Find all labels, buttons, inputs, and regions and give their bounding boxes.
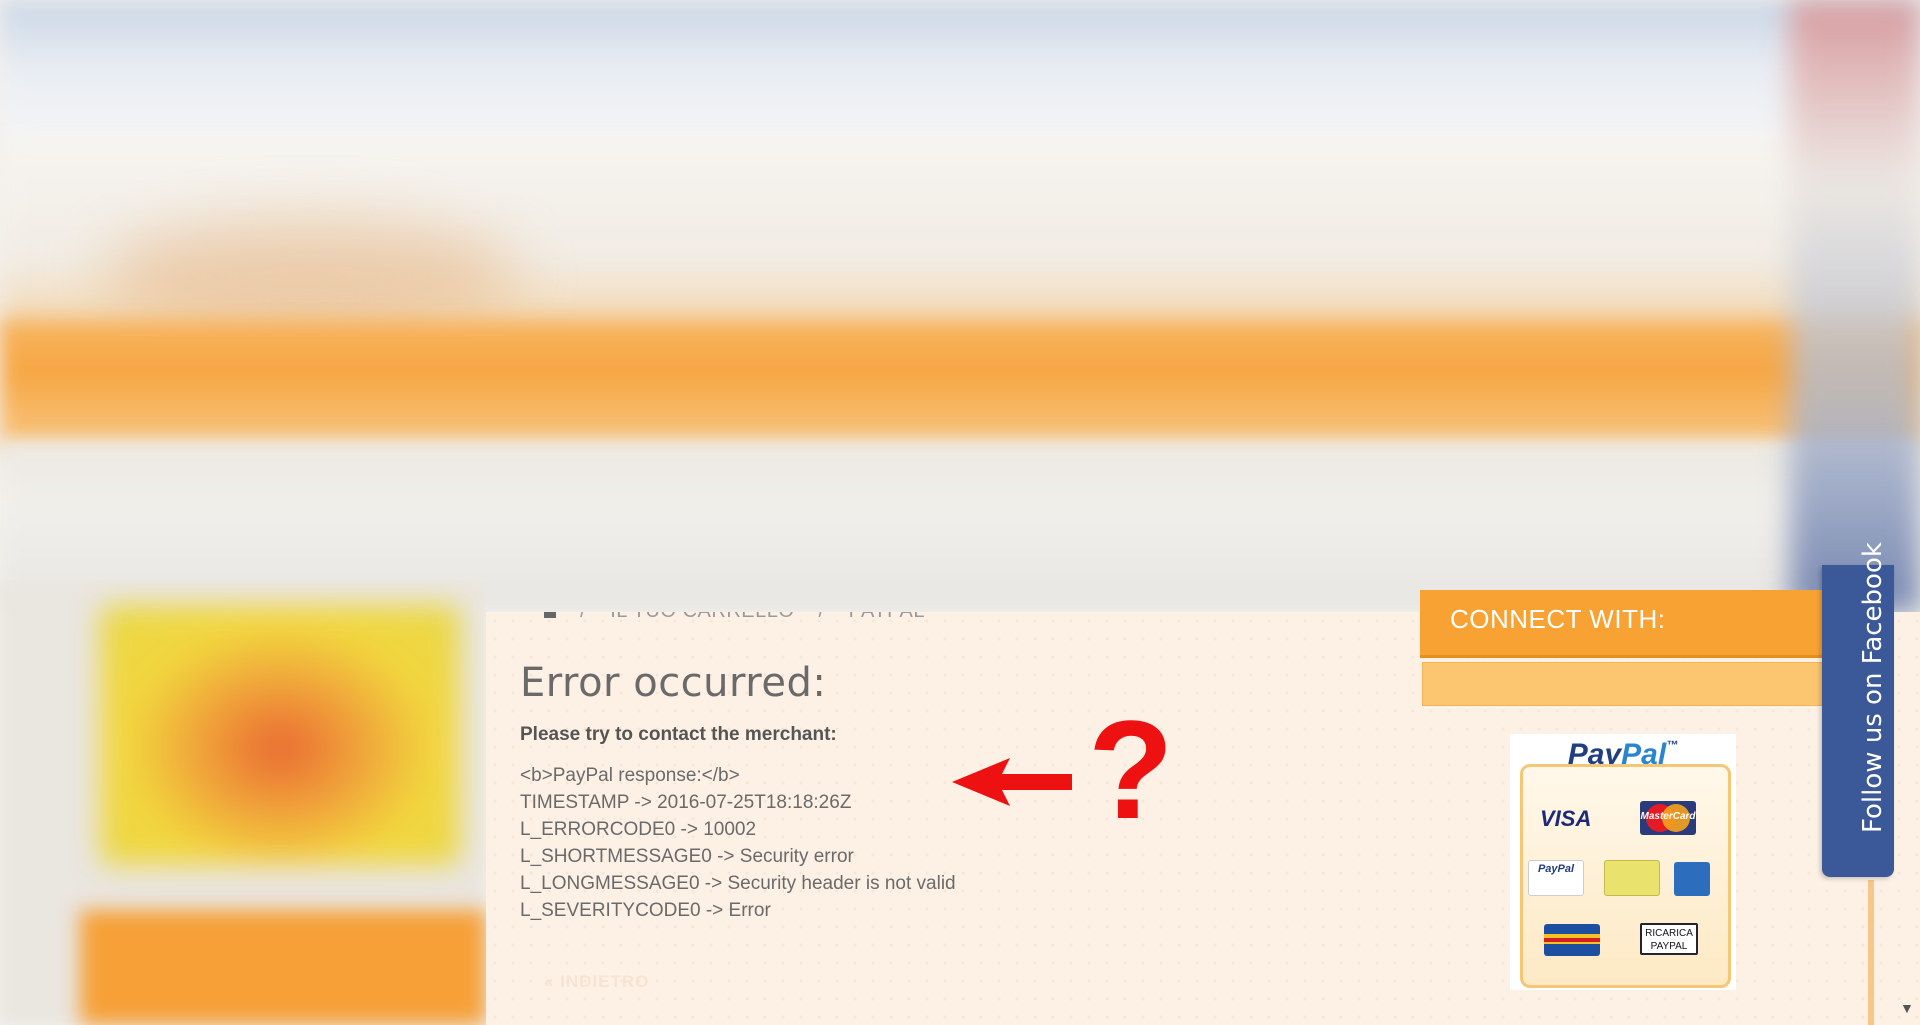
facebook-follow-label: Follow us on Facebook <box>1858 542 1888 833</box>
amex-logo <box>1674 862 1710 896</box>
aura-logo <box>1544 924 1600 956</box>
red-arrow-annotation <box>952 758 1072 806</box>
blurred-left-sidebar <box>0 580 486 1025</box>
blurred-logo <box>100 220 520 330</box>
blurred-sidebar-button <box>80 910 486 1025</box>
breadcrumb-paypal: PAYPAL <box>849 612 925 622</box>
paypal-logo-tm: ™ <box>1666 738 1679 752</box>
back-link[interactable]: « INDIETRO <box>544 972 649 992</box>
postepay-logo <box>1604 860 1660 896</box>
response-line: L_SHORTMESSAGE0 -> Security error <box>520 846 854 867</box>
ricarica-paypal-logo: RICARICA PAYPAL <box>1640 923 1698 955</box>
response-line: L_LONGMESSAGE0 -> Security header is not… <box>520 873 956 894</box>
connect-with-label: CONNECT WITH: <box>1450 604 1666 634</box>
mastercard-logo: MasterCard <box>1640 801 1696 835</box>
response-line: L_SEVERITYCODE0 -> Error <box>520 900 771 921</box>
contact-message: Please try to contact the merchant: <box>520 724 837 745</box>
blurred-browser-bar <box>0 0 1920 150</box>
mastercard-label: MasterCard <box>1640 811 1696 822</box>
blurred-nav-bar <box>0 320 1920 450</box>
breadcrumb: / IL TUO CARRELLO / PAYPAL <box>544 612 943 623</box>
paypal-payment-methods: PayPal™ VISA MasterCard PayPal RICARICA … <box>1510 734 1736 990</box>
visa-logo: VISA <box>1540 806 1592 831</box>
question-mark-annotation: ? <box>1088 691 1174 848</box>
connect-with-bar <box>1422 662 1825 706</box>
blurred-header <box>0 0 1920 612</box>
ricarica-line1: RICARICA <box>1645 928 1693 939</box>
aura-stripe-red <box>1544 938 1600 942</box>
ricarica-line2: PAYPAL <box>1650 941 1688 952</box>
connect-with-header: CONNECT WITH: <box>1420 590 1823 658</box>
right-edge-divider <box>1868 880 1874 1025</box>
response-line: L_ERRORCODE0 -> 10002 <box>520 819 757 840</box>
blurred-right-edge <box>1790 0 1920 612</box>
facebook-follow-tab[interactable]: Follow us on Facebook <box>1822 542 1894 877</box>
error-title: Error occurred: <box>520 660 827 706</box>
response-line: TIMESTAMP -> 2016-07-25T18:18:26Z <box>520 792 852 813</box>
home-icon[interactable] <box>544 612 556 618</box>
breadcrumb-cart[interactable]: IL TUO CARRELLO <box>610 612 794 622</box>
scroll-down-arrow-icon[interactable]: ▼ <box>1900 1000 1914 1016</box>
breadcrumb-separator: / <box>818 612 824 622</box>
blurred-promo-image <box>100 605 460 865</box>
response-line: <b>PayPal response:</b> <box>520 765 740 786</box>
breadcrumb-separator: / <box>580 612 586 622</box>
paypal-card-logo: PayPal <box>1528 860 1584 896</box>
paypal-response: <b>PayPal response:</b> TIMESTAMP -> 201… <box>520 762 956 924</box>
